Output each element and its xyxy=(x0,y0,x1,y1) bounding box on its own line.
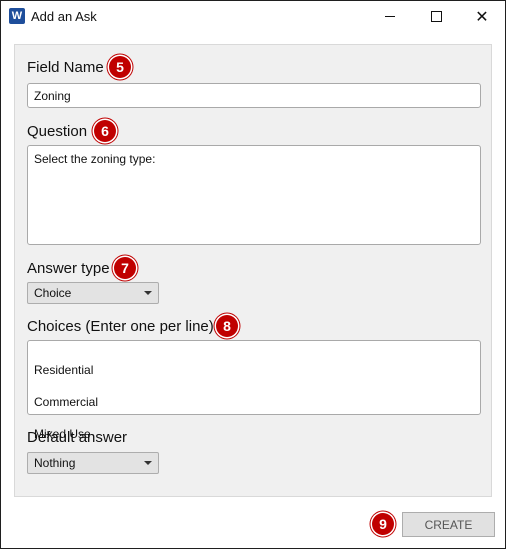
answer-type-label: Answer type xyxy=(27,260,110,277)
maximize-icon xyxy=(430,11,442,22)
callout-badge-6: 6 xyxy=(94,120,116,142)
answer-type-dropdown[interactable]: Choice xyxy=(27,282,159,304)
callout-badge-7: 7 xyxy=(114,257,136,279)
callout-badge-9: 9 xyxy=(372,513,394,535)
choices-label: Choices (Enter one per line) xyxy=(27,318,214,335)
minimize-icon xyxy=(385,16,395,17)
question-label: Question xyxy=(27,123,88,140)
title-bar[interactable]: W Add an Ask ✕ xyxy=(1,1,505,32)
maximize-button[interactable] xyxy=(413,1,459,32)
field-name-label: Field Name xyxy=(27,59,104,76)
choice-line: Commercial xyxy=(34,395,99,409)
chevron-down-icon xyxy=(144,461,152,465)
default-answer-selected: Nothing xyxy=(34,456,76,470)
window-title: Add an Ask xyxy=(31,9,97,24)
callout-badge-8: 8 xyxy=(216,315,238,337)
chevron-down-icon xyxy=(144,291,152,295)
minimize-button[interactable] xyxy=(367,1,413,32)
choices-textarea[interactable]: Residential Commercial Mixed Use xyxy=(27,340,481,441)
question-textarea[interactable]: Select the zoning type: xyxy=(27,145,481,245)
close-icon: ✕ xyxy=(475,6,489,26)
callout-badge-5: 5 xyxy=(109,56,131,78)
default-answer-label: Default answer xyxy=(27,429,128,446)
default-answer-dropdown[interactable]: Nothing xyxy=(27,452,159,474)
field-name-input[interactable]: Zoning xyxy=(27,83,481,108)
dialog-window: W Add an Ask ✕ Field Name 5 Zoning Quest… xyxy=(0,0,506,549)
create-button[interactable]: CREATE xyxy=(402,512,495,537)
answer-type-selected: Choice xyxy=(34,286,72,300)
choice-line: Residential xyxy=(34,363,94,377)
app-icon-letter: W xyxy=(11,10,23,22)
word-app-icon: W xyxy=(9,8,28,24)
close-button[interactable]: ✕ xyxy=(459,1,505,32)
